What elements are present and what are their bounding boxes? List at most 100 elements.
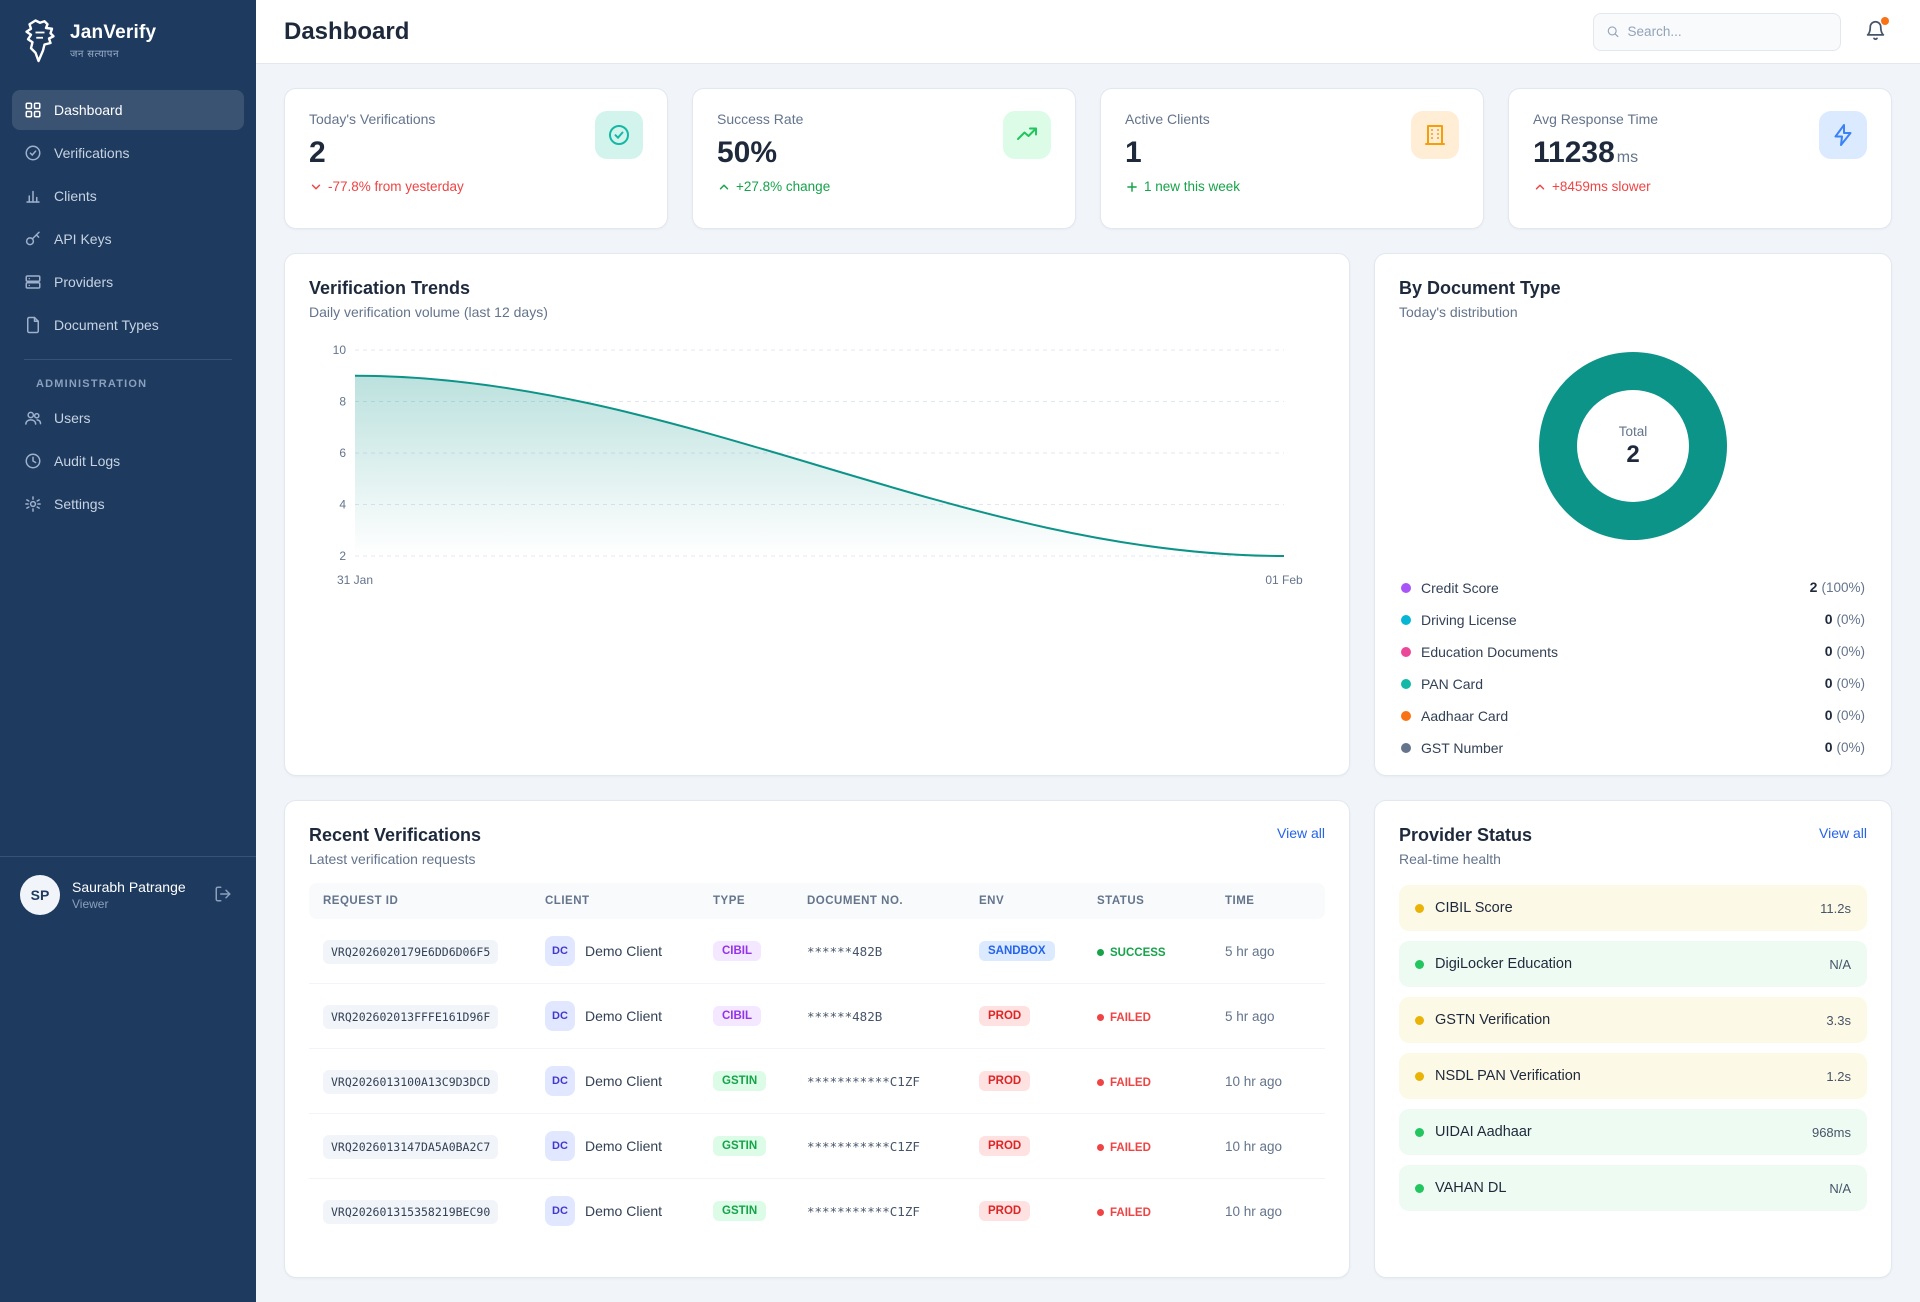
document-number: ******482B <box>807 944 883 959</box>
legend-item-credit-score: Credit Score 2 (100%) <box>1399 572 1867 604</box>
time-value: 10 hr ago <box>1225 1139 1283 1154</box>
provider-latency: 1.2s <box>1826 1068 1851 1084</box>
table-row[interactable]: VRQ202601315358219BEC90 DC Demo Client GS… <box>309 1179 1325 1244</box>
sidebar-item-settings[interactable]: Settings <box>12 484 244 524</box>
gear-icon <box>25 496 41 512</box>
search-box[interactable] <box>1593 12 1841 51</box>
sidebar-item-providers[interactable]: Providers <box>12 262 244 302</box>
trend-line-chart: 2 4 6 8 10 31 Jan 01 Feb <box>333 343 1303 587</box>
sidebar-item-label: Audit Logs <box>54 453 121 469</box>
brand-text: JanVerify जन सत्यापन <box>70 22 156 60</box>
provider-item-gstn-verification: GSTN Verification 3.3s <box>1399 997 1867 1043</box>
provider-item-cibil-score: CIBIL Score 11.2s <box>1399 885 1867 931</box>
legend-item-gst-number: GST Number 0 (0%) <box>1399 732 1867 764</box>
status-dot-icon <box>1097 949 1104 956</box>
legend-dot-icon <box>1401 711 1411 721</box>
legend-dot-icon <box>1401 615 1411 625</box>
stat-delta: -77.8% from yesterday <box>309 179 464 194</box>
stat-value: 11238 ms <box>1533 136 1639 169</box>
chevron-down-icon <box>311 184 321 189</box>
notification-dot <box>1881 16 1889 25</box>
charts-row: Verification Trends Daily verification v… <box>284 253 1892 776</box>
page-title: Dashboard <box>284 17 410 45</box>
svg-text:6: 6 <box>339 446 346 460</box>
avatar[interactable]: SP <box>20 875 60 915</box>
svg-text:10: 10 <box>333 343 347 357</box>
user-name: Saurabh Patrange <box>72 879 186 895</box>
provider-latency: 3.3s <box>1826 1012 1851 1028</box>
legend-item-education-documents: Education Documents 0 (0%) <box>1399 636 1867 668</box>
status-dot-icon <box>1097 1209 1104 1216</box>
notifications-button[interactable] <box>1859 14 1892 50</box>
stat-card-success-rate: Success Rate 50% +27.8% change <box>692 88 1076 229</box>
column-header-status: STATUS <box>1083 883 1211 919</box>
sidebar-section-administration: ADMINISTRATION <box>36 378 148 390</box>
view-all-providers-link[interactable]: View all <box>1819 825 1867 841</box>
table-header-row: REQUEST ID CLIENT TYPE DOCUMENT NO. ENV … <box>309 883 1325 919</box>
time-value: 10 hr ago <box>1225 1074 1283 1089</box>
health-dot-icon <box>1415 959 1424 969</box>
stat-card-avg-response-time: Avg Response Time 11238 ms +8459ms slower <box>1508 88 1892 229</box>
legend-dot-icon <box>1401 647 1411 657</box>
env-badge: PROD <box>979 1006 1031 1026</box>
client-name: Demo Client <box>585 1203 663 1219</box>
provider-latency: 11.2s <box>1820 900 1851 916</box>
column-header-time: TIME <box>1211 883 1325 919</box>
sidebar-item-users[interactable]: Users <box>12 398 244 438</box>
india-map-logo-icon <box>22 18 58 62</box>
provider-item-uidai-aadhaar: UIDAI Aadhaar 968ms <box>1399 1109 1867 1155</box>
time-value: 10 hr ago <box>1225 1204 1283 1219</box>
view-all-verifications-link[interactable]: View all <box>1277 825 1325 841</box>
server-icon <box>25 275 41 289</box>
topbar-right <box>1593 12 1892 51</box>
search-input[interactable] <box>1627 24 1828 39</box>
svg-text:2: 2 <box>339 549 346 563</box>
svg-text:4: 4 <box>339 498 346 512</box>
chevron-up-icon <box>719 184 729 189</box>
grid-icon <box>25 102 41 118</box>
health-dot-icon <box>1415 1127 1424 1137</box>
document-number: ***********C1ZF <box>807 1204 920 1219</box>
table-row[interactable]: VRQ202602013FFFE161D96F DC Demo Client CI… <box>309 983 1325 1049</box>
sidebar-item-audit-logs[interactable]: Audit Logs <box>12 441 244 481</box>
svg-text:8: 8 <box>339 395 346 409</box>
chart-title: Verification Trends <box>309 278 471 298</box>
request-id: VRQ2026013100A13C9D3DCD <box>323 1070 499 1094</box>
sidebar-item-document-types[interactable]: Document Types <box>12 305 244 345</box>
client-name: Demo Client <box>585 1073 663 1089</box>
provider-item-digilocker-education: DigiLocker Education N/A <box>1399 941 1867 987</box>
sidebar-item-api-keys[interactable]: API Keys <box>12 219 244 259</box>
stat-unit: ms <box>1616 149 1639 166</box>
client-avatar: DC <box>545 936 575 966</box>
type-badge: GSTIN <box>713 1071 767 1091</box>
sidebar-item-label: Clients <box>54 188 97 204</box>
logout-button[interactable] <box>210 881 236 910</box>
request-id: VRQ2026013147DA5A0BA2C7 <box>323 1135 499 1159</box>
stat-value: 50% <box>717 136 778 169</box>
client-name: Demo Client <box>585 1008 663 1024</box>
chart-subtitle: Daily verification volume (last 12 days) <box>309 304 548 320</box>
bottom-row: Recent Verifications Latest verification… <box>284 800 1892 1278</box>
svg-text:01 Feb: 01 Feb <box>1265 573 1303 587</box>
time-value: 5 hr ago <box>1225 1009 1275 1024</box>
sidebar-item-verifications[interactable]: Verifications <box>12 133 244 173</box>
sidebar-item-clients[interactable]: Clients <box>12 176 244 216</box>
env-badge: SANDBOX <box>979 941 1055 961</box>
type-badge: CIBIL <box>713 941 762 961</box>
request-id: VRQ202601315358219BEC90 <box>323 1200 499 1224</box>
column-header-client: CLIENT <box>531 883 699 919</box>
stat-label: Avg Response Time <box>1533 111 1659 127</box>
table-row[interactable]: VRQ2026013147DA5A0BA2C7 DC Demo Client GS… <box>309 1113 1325 1179</box>
table-row[interactable]: VRQ2026013100A13C9D3DCD DC Demo Client GS… <box>309 1048 1325 1114</box>
status-badge: FAILED <box>1097 1012 1151 1024</box>
request-id: VRQ2026020179E6DD6D06F5 <box>323 940 499 964</box>
donut-legend: Credit Score 2 (100%) Driving License 0 (0… <box>1399 572 1867 764</box>
health-dot-icon <box>1415 1071 1424 1081</box>
sidebar-item-dashboard[interactable]: Dashboard <box>12 90 244 130</box>
trend-chart: 2 4 6 8 10 31 Jan 01 Feb <box>309 342 1325 597</box>
client-avatar: DC <box>545 1196 575 1226</box>
table-title: Recent Verifications <box>309 825 482 845</box>
table-subtitle: Latest verification requests <box>309 851 476 867</box>
table-row[interactable]: VRQ2026020179E6DD6D06F5 DC Demo Client CI… <box>309 919 1325 984</box>
brand: JanVerify जन सत्यापन <box>0 0 256 80</box>
